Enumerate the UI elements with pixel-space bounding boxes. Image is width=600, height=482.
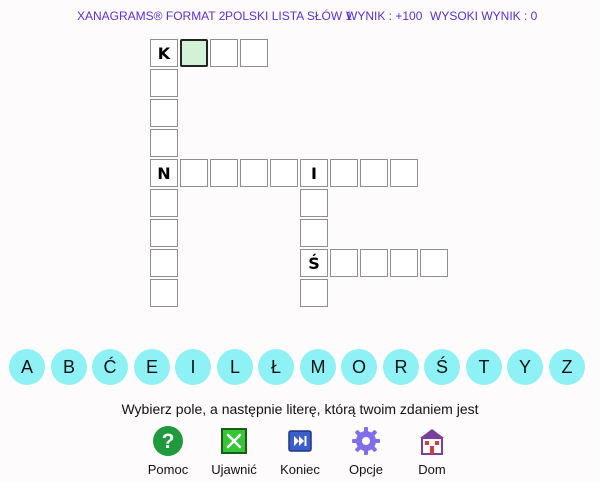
letter-picker: ABĆEILŁMORŚTYZ <box>0 349 600 387</box>
grid-cell-filled[interactable]: Ś <box>300 249 328 277</box>
grid-cell[interactable] <box>270 159 298 187</box>
grid-cell[interactable] <box>240 39 268 67</box>
grid-cell[interactable] <box>150 249 178 277</box>
letter-tile[interactable]: E <box>134 349 170 385</box>
grid-cell[interactable] <box>300 189 328 217</box>
grid-cell[interactable] <box>210 159 238 187</box>
letter-tile[interactable]: T <box>466 349 502 385</box>
help-label: Pomoc <box>147 462 189 477</box>
grid-cell[interactable] <box>150 69 178 97</box>
letter-tile[interactable]: Ś <box>424 349 460 385</box>
options-button[interactable]: Opcje <box>333 425 399 477</box>
letter-tile[interactable]: I <box>175 349 211 385</box>
letter-tile[interactable]: O <box>341 349 377 385</box>
grid-cell[interactable] <box>300 279 328 307</box>
home-icon <box>420 429 444 455</box>
grid-cell[interactable] <box>360 249 388 277</box>
grid-cell-filled[interactable]: I <box>300 159 328 187</box>
letter-tile[interactable]: Ć <box>92 349 128 385</box>
letter-tile[interactable]: Ł <box>258 349 294 385</box>
options-label: Opcje <box>349 462 383 477</box>
letter-tile[interactable]: L <box>217 349 253 385</box>
grid-cell[interactable] <box>240 159 268 187</box>
help-button[interactable]: ? Pomoc <box>135 425 201 477</box>
grid-cell[interactable] <box>150 189 178 217</box>
home-button[interactable]: Dom <box>399 425 465 477</box>
letter-tile[interactable]: M <box>300 349 336 385</box>
letter-tile[interactable]: B <box>51 349 87 385</box>
question-icon: ? <box>153 426 183 456</box>
letter-tile[interactable]: A <box>9 349 45 385</box>
letter-tile[interactable]: Z <box>549 349 585 385</box>
skip-end-icon <box>288 430 312 452</box>
grid-cell[interactable] <box>420 249 448 277</box>
reveal-button[interactable]: Ujawnić <box>201 425 267 477</box>
crossword-grid: K N I Ś <box>0 0 600 330</box>
grid-cell[interactable] <box>390 159 418 187</box>
grid-cell[interactable] <box>300 219 328 247</box>
reveal-x-icon <box>221 428 247 454</box>
grid-cell[interactable] <box>330 159 358 187</box>
end-label: Koniec <box>280 462 320 477</box>
grid-cell[interactable] <box>150 219 178 247</box>
grid-cell[interactable] <box>360 159 388 187</box>
grid-cell[interactable] <box>330 249 358 277</box>
end-button[interactable]: Koniec <box>267 425 333 477</box>
svg-text:?: ? <box>162 430 175 453</box>
instruction-text: Wybierz pole, a następnie literę, którą … <box>121 401 479 417</box>
letter-tile[interactable]: Y <box>507 349 543 385</box>
home-label: Dom <box>418 462 446 477</box>
grid-cell[interactable] <box>150 99 178 127</box>
grid-cell-selected[interactable] <box>180 39 208 67</box>
grid-cell[interactable] <box>210 39 238 67</box>
grid-cell-filled[interactable]: N <box>150 159 178 187</box>
grid-cell-filled[interactable]: K <box>150 39 178 67</box>
reveal-label: Ujawnić <box>211 462 257 477</box>
gear-icon <box>352 427 380 455</box>
grid-cell[interactable] <box>390 249 418 277</box>
grid-cell[interactable] <box>150 279 178 307</box>
grid-cell[interactable] <box>180 159 208 187</box>
grid-cell[interactable] <box>150 129 178 157</box>
letter-tile[interactable]: R <box>383 349 419 385</box>
